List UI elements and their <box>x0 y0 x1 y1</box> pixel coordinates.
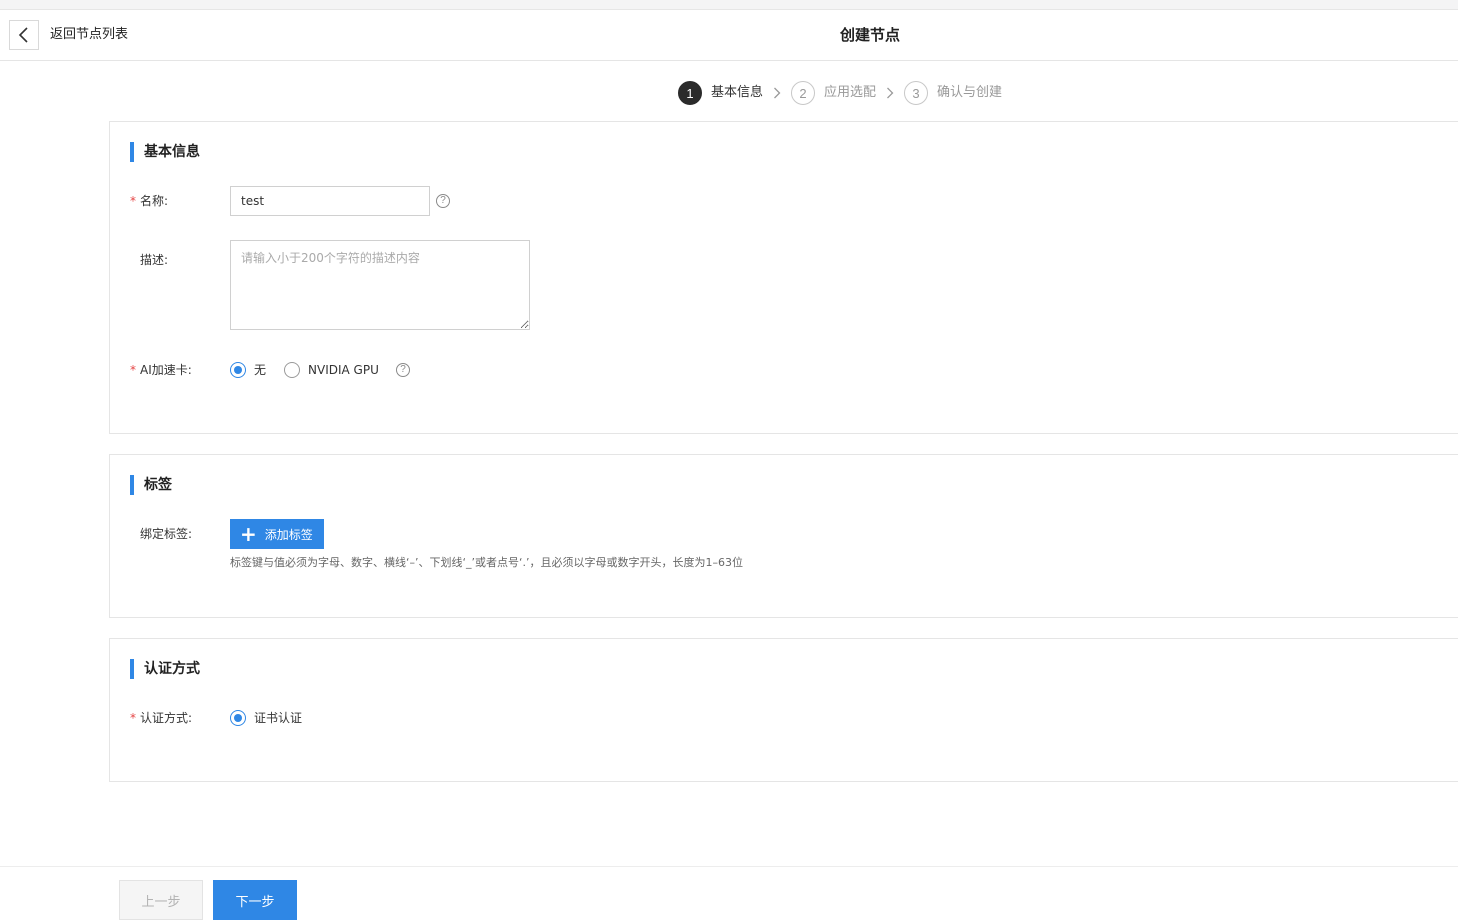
bind-tags-label: 绑定标签: <box>140 527 193 541</box>
ai-accelerator-label: * AI加速卡: <box>130 363 192 377</box>
auth-method-label: * 认证方式: <box>130 711 193 725</box>
top-strip <box>0 0 1458 10</box>
description-textarea[interactable] <box>230 240 530 330</box>
description-label: 描述: <box>140 253 169 267</box>
prev-step-button[interactable]: 上一步 <box>119 880 203 920</box>
tag-hint-text: 标签键与值必须为字母、数字、横线‘–’、下划线‘_’或者点号‘.’，且必须以字母… <box>230 556 743 569</box>
name-label: * 名称: <box>130 194 169 208</box>
step-basic-info[interactable]: 1 基本信息 <box>678 81 763 105</box>
radio-none[interactable]: 无 <box>230 361 266 379</box>
radio-dot <box>284 362 301 378</box>
step-number: 2 <box>791 81 816 105</box>
radio-label: 证书认证 <box>254 711 303 725</box>
required-mark: * <box>130 363 136 377</box>
stepper: 1 基本信息 2 应用选配 3 确认与创建 <box>678 81 1002 105</box>
radio-dot <box>230 710 246 726</box>
section-title: 认证方式 <box>130 659 200 679</box>
page-title: 创建节点 <box>839 26 900 44</box>
section-title: 标签 <box>130 475 172 495</box>
radio-dot <box>230 362 246 378</box>
radio-nvidia-gpu[interactable]: NVIDIA GPU <box>284 361 379 379</box>
name-input[interactable] <box>230 186 430 216</box>
radio-certificate-auth[interactable]: 证书认证 <box>230 709 302 727</box>
radio-label: 无 <box>254 363 267 377</box>
auth-method-radio-group: 证书认证 <box>230 709 320 727</box>
chevron-right-icon <box>763 87 791 99</box>
step-label: 应用选配 <box>824 85 877 100</box>
chevron-right-icon <box>876 87 904 99</box>
footer-bar: 上一步 下一步 <box>0 866 1458 922</box>
required-mark: * <box>130 194 136 208</box>
plus-icon: + <box>240 522 257 546</box>
basic-info-card: 基本信息 *名称: ? 描述: *AI加速卡: 无 NVIDIA GPU ? <box>109 121 1458 434</box>
tags-card: 标签 绑定标签: + 添加标签 标签键与值必须为字母、数字、横线‘–’、下划线‘… <box>109 454 1458 618</box>
help-icon[interactable]: ? <box>396 363 410 377</box>
required-mark: * <box>130 711 136 725</box>
page-header: 返回节点列表 创建节点 <box>0 10 1458 61</box>
step-number: 1 <box>678 81 702 105</box>
step-label: 基本信息 <box>711 85 764 100</box>
ai-accelerator-radio-group: 无 NVIDIA GPU <box>230 361 397 379</box>
step-confirm-create[interactable]: 3 确认与创建 <box>904 81 1002 105</box>
step-number: 3 <box>904 81 929 105</box>
section-title: 基本信息 <box>130 142 200 162</box>
next-step-button[interactable]: 下一步 <box>213 880 297 920</box>
step-label: 确认与创建 <box>937 85 1003 100</box>
help-icon[interactable]: ? <box>436 194 450 208</box>
step-app-selection[interactable]: 2 应用选配 <box>791 81 876 105</box>
auth-card: 认证方式 * 认证方式: 证书认证 <box>109 638 1458 782</box>
radio-label: NVIDIA GPU <box>308 363 379 377</box>
add-tag-button[interactable]: + 添加标签 <box>230 519 324 549</box>
